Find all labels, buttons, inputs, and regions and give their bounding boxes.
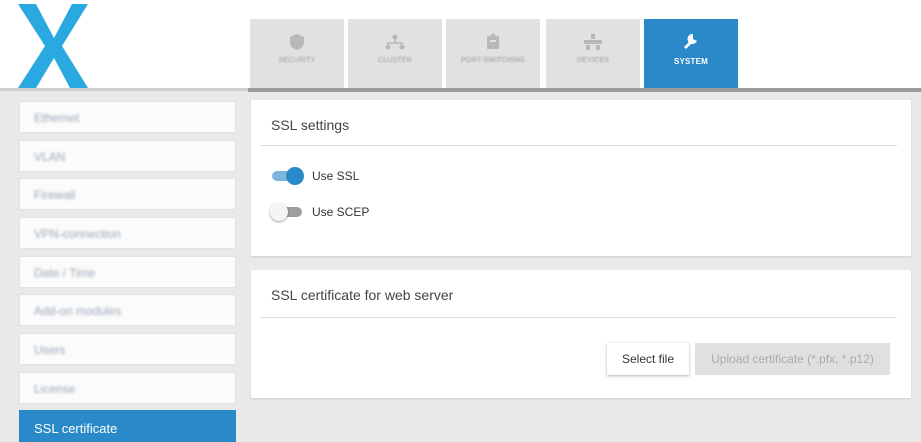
sidebar-item-users[interactable]: Users xyxy=(19,333,236,365)
sidebar-item-license[interactable]: License xyxy=(19,372,236,404)
puzzle-icon xyxy=(487,33,499,49)
sidebar-item-label: Users xyxy=(34,343,66,357)
sidebar-item-label: VLAN xyxy=(34,150,66,164)
tab-system[interactable]: SYSTEM xyxy=(644,19,738,89)
use-scep-label: Use SCEP xyxy=(312,205,370,219)
sidebar-item-ethernet[interactable]: Ethernet xyxy=(19,101,236,133)
panel-divider xyxy=(260,145,897,146)
panel-divider xyxy=(260,317,897,318)
sidebar-item-add-on-modules[interactable]: Add-on modules xyxy=(19,294,236,326)
select-file-button[interactable]: Select file xyxy=(607,343,689,375)
upload-certificate-button[interactable]: Upload certificate (*.pfx, *.p12) xyxy=(695,343,890,375)
wrench-icon xyxy=(684,33,697,49)
sidebar-item-label: License xyxy=(34,382,76,396)
sidebar-item-vpn[interactable]: VPN-connection xyxy=(19,217,236,249)
use-scep-row: Use SCEP xyxy=(270,202,369,222)
use-scep-toggle[interactable] xyxy=(270,203,304,221)
sidebar-item-ssl-certificate[interactable]: SSL certificate xyxy=(19,410,236,442)
sidebar-item-label: Firewall xyxy=(34,188,76,202)
sidebar-item-label: SSL certificate xyxy=(34,421,118,436)
devices-icon xyxy=(584,34,602,50)
certificate-title: SSL certificate for web server xyxy=(271,287,454,303)
sidebar-item-firewall[interactable]: Firewall xyxy=(19,178,236,210)
use-ssl-label: Use SSL xyxy=(312,169,360,183)
sidebar-item-label: Date / Time xyxy=(34,266,96,280)
use-ssl-row: Use SSL xyxy=(270,166,359,186)
ssl-settings-title: SSL settings xyxy=(271,117,350,133)
shield-icon xyxy=(290,34,304,50)
tab-port-switching[interactable]: PORT-SWITCHING xyxy=(446,19,540,89)
sidebar-item-vlan[interactable]: VLAN xyxy=(19,140,236,172)
certificate-panel: SSL certificate for web server xyxy=(251,270,911,398)
tab-devices[interactable]: DEVICES xyxy=(546,19,640,89)
sidebar-item-label: Ethernet xyxy=(34,111,80,125)
sidebar-item-date-time[interactable]: Date / Time xyxy=(19,256,236,288)
use-ssl-toggle[interactable] xyxy=(270,167,304,185)
header: SECURITY CLUSTER PORT-SWITCHING DEVICES … xyxy=(0,0,921,89)
logo xyxy=(18,4,88,88)
tab-security[interactable]: SECURITY xyxy=(250,19,344,89)
sidebar-item-label: Add-on modules xyxy=(34,304,122,318)
network-icon xyxy=(385,34,405,50)
ssl-settings-panel: SSL settings Use SSL Use SCEP xyxy=(251,100,911,256)
sidebar-item-label: VPN-connection xyxy=(34,227,121,241)
header-shadow xyxy=(248,88,921,92)
tab-cluster[interactable]: CLUSTER xyxy=(348,19,442,89)
